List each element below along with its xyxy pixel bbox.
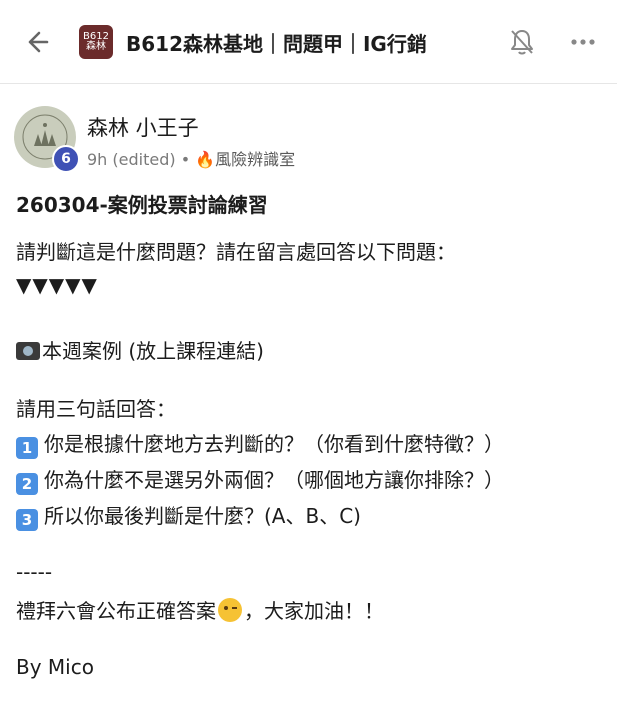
- keycap-2-icon: 2: [16, 473, 38, 495]
- signature: By Mico: [16, 655, 94, 679]
- post-meta: 9h (edited) • 🔥風險辨識室: [87, 146, 295, 170]
- wink-emoji-icon: [218, 598, 242, 622]
- post-title: 260304-案例投票討論練習: [16, 193, 268, 217]
- question-3-text: 所以你最後判斷是什麼？(A、B、C): [44, 504, 361, 528]
- body-line-4: 請用三句話回答：: [16, 397, 176, 421]
- group-logo-text-2: 森林: [86, 41, 106, 52]
- question-3: 3 所以你最後判斷是什麼？(A、B、C): [16, 500, 361, 531]
- keycap-1-icon: 1: [16, 437, 38, 459]
- closing-line: 禮拜六會公布正確答案 ，大家加油！！: [16, 595, 384, 624]
- group-title[interactable]: B612森林基地｜問題甲｜IG行銷: [126, 28, 427, 57]
- bell-off-icon[interactable]: [506, 26, 538, 58]
- closing-text-b: ，大家加油！！: [244, 599, 384, 623]
- topic-tag[interactable]: 風險辨識室: [215, 150, 295, 169]
- top-bar: B612 森林 B612森林基地｜問題甲｜IG行銷: [0, 0, 617, 84]
- question-2-text: 你為什麼不是選另外兩個？（哪個地方讓你排除？）: [44, 468, 504, 492]
- question-1: 1 你是根據什麼地方去判斷的？（你看到什麼特徵？）: [16, 428, 504, 459]
- author-name[interactable]: 森林 小王子: [87, 112, 199, 142]
- case-link-text: 本週案例 (放上課程連結): [42, 339, 264, 363]
- level-badge: 6: [52, 145, 80, 173]
- closing-text-a: 禮拜六會公布正確答案: [16, 599, 216, 623]
- keycap-3-icon: 3: [16, 509, 38, 531]
- group-logo[interactable]: B612 森林: [79, 25, 113, 59]
- body-line-1: 請判斷這是什麼問題？請在留言處回答以下問題：: [16, 240, 456, 264]
- body-line-2: ▼▼▼▼▼: [16, 273, 98, 297]
- question-2: 2 你為什麼不是選另外兩個？（哪個地方讓你排除？）: [16, 464, 504, 495]
- question-1-text: 你是根據什麼地方去判斷的？（你看到什麼特徵？）: [44, 432, 504, 456]
- body-line-3: 本週案例 (放上課程連結): [16, 335, 264, 364]
- back-arrow-icon[interactable]: [22, 28, 50, 56]
- meta-separator: •: [175, 150, 196, 169]
- more-icon[interactable]: [567, 26, 599, 58]
- post-time: 9h (edited): [87, 150, 176, 169]
- fire-icon: 🔥: [195, 150, 216, 169]
- camera-icon: [16, 342, 40, 360]
- divider-text: -----: [16, 560, 53, 584]
